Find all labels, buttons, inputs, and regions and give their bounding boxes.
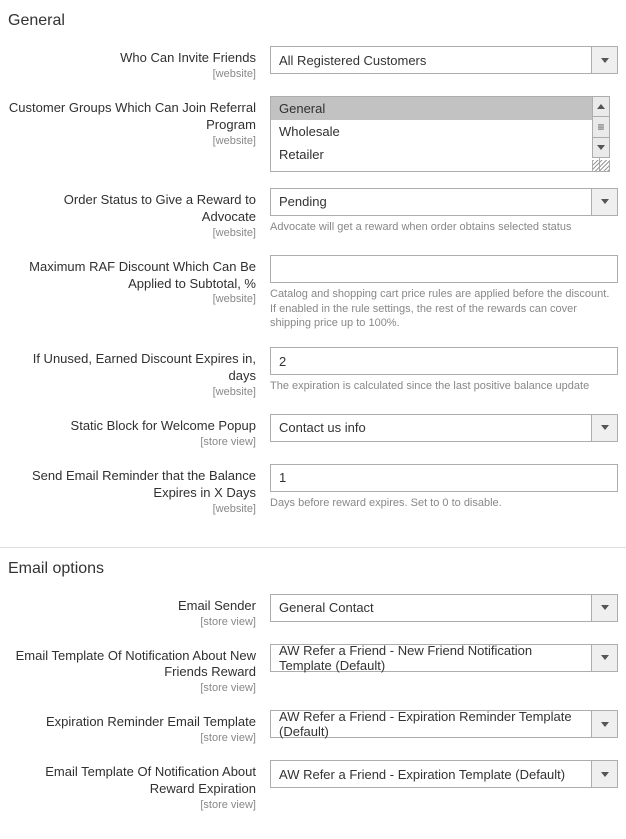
multiselect-option[interactable]: Wholesale [271,120,599,143]
input-max-discount[interactable] [270,255,618,283]
select-tpl-exp-reminder[interactable]: AW Refer a Friend - Expiration Reminder … [270,710,618,738]
row-expires-in: If Unused, Earned Discount Expires in, d… [0,341,626,408]
label-static-block: Static Block for Welcome Popup [71,418,256,433]
scope: [website] [8,503,256,515]
section-general: General Who Can Invite Friends [website]… [0,0,626,543]
chevron-down-icon [591,189,617,215]
label-who-can-invite: Who Can Invite Friends [120,50,256,65]
row-max-discount: Maximum RAF Discount Which Can Be Applie… [0,249,626,342]
select-value: General Contact [279,600,374,615]
input-expires-in[interactable] [270,347,618,375]
chevron-down-icon [591,595,617,621]
select-tpl-reward-exp[interactable]: AW Refer a Friend - Expiration Template … [270,760,618,788]
label-expires-in: If Unused, Earned Discount Expires in, d… [33,351,256,383]
chevron-down-icon [591,761,617,787]
scope: [website] [8,135,256,147]
select-tpl-new-friend[interactable]: AW Refer a Friend - New Friend Notificat… [270,644,618,672]
select-who-can-invite[interactable]: All Registered Customers [270,46,618,74]
select-order-status[interactable]: Pending [270,188,618,216]
label-max-discount: Maximum RAF Discount Which Can Be Applie… [29,259,256,291]
scope: [store view] [8,616,256,628]
select-static-block[interactable]: Contact us info [270,414,618,442]
scope: [store view] [8,436,256,448]
input-reminder-days[interactable] [270,464,618,492]
label-reminder-days: Send Email Reminder that the Balance Exp… [32,468,256,500]
section-title-general: General [0,6,626,40]
label-tpl-exp-reminder: Expiration Reminder Email Template [46,714,256,729]
chevron-down-icon [591,645,617,671]
row-order-status: Order Status to Give a Reward to Advocat… [0,182,626,249]
multiselect-option[interactable]: Retailer [271,143,599,166]
scope: [store view] [8,799,256,811]
select-value: Contact us info [279,420,366,435]
select-value: AW Refer a Friend - New Friend Notificat… [279,643,587,673]
label-order-status: Order Status to Give a Reward to Advocat… [64,192,256,224]
chevron-down-icon [591,47,617,73]
select-value: All Registered Customers [279,53,426,68]
row-tpl-exp-reminder: Expiration Reminder Email Template [stor… [0,704,626,754]
row-static-block: Static Block for Welcome Popup [store vi… [0,408,626,458]
row-customer-groups: Customer Groups Which Can Join Referral … [0,90,626,182]
label-email-sender: Email Sender [178,598,256,613]
row-tpl-reward-exp: Email Template Of Notification About Rew… [0,754,626,821]
help-text: Days before reward expires. Set to 0 to … [270,496,618,511]
row-reminder-days: Send Email Reminder that the Balance Exp… [0,458,626,525]
help-text: The expiration is calculated since the l… [270,379,618,394]
scope: [website] [8,68,256,80]
label-tpl-reward-exp: Email Template Of Notification About Rew… [45,764,256,796]
scope: [website] [8,293,256,305]
multiselect-customer-groups[interactable]: General Wholesale Retailer ≡ [270,96,618,172]
select-value: AW Refer a Friend - Expiration Template … [279,767,565,782]
row-who-can-invite: Who Can Invite Friends [website] All Reg… [0,40,626,90]
scope: [store view] [8,732,256,744]
multiselect-option[interactable]: General [271,97,599,120]
chevron-up-icon[interactable] [593,97,609,116]
select-email-sender[interactable]: General Contact [270,594,618,622]
chevron-down-icon [591,711,617,737]
scope: [store view] [8,682,256,694]
scrollbar[interactable]: ≡ [592,96,610,158]
help-text: Advocate will get a reward when order ob… [270,220,618,235]
scope: [website] [8,227,256,239]
scope: [website] [8,386,256,398]
help-text: Catalog and shopping cart price rules ar… [270,287,618,332]
resize-handle-icon[interactable] [592,160,610,172]
row-email-sender: Email Sender [store view] General Contac… [0,588,626,638]
label-customer-groups: Customer Groups Which Can Join Referral … [9,100,256,132]
chevron-down-icon [591,415,617,441]
section-email: Email options Email Sender [store view] … [0,548,626,839]
select-value: AW Refer a Friend - Expiration Reminder … [279,709,587,739]
select-value: Pending [279,194,327,209]
scroll-thumb-icon[interactable]: ≡ [593,116,609,137]
chevron-down-icon[interactable] [593,138,609,157]
section-title-email: Email options [0,554,626,588]
row-tpl-new-friend: Email Template Of Notification About New… [0,638,626,705]
